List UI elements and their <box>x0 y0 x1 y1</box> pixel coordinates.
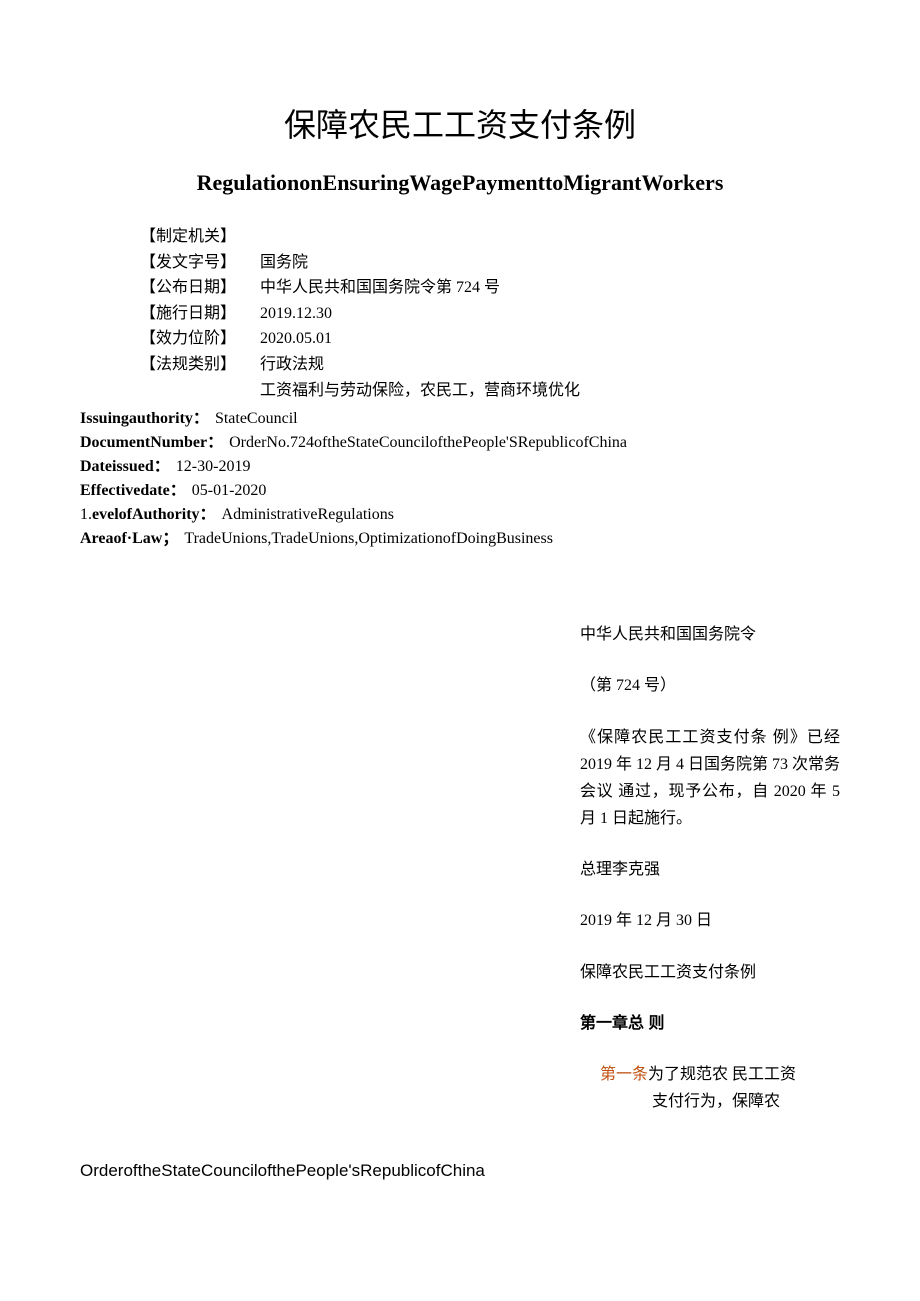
metadata-english: Issuingauthority：StateCouncil DocumentNu… <box>80 407 840 551</box>
meta-cn-value: 中华人民共和国国务院令第 724 号 <box>260 275 580 301</box>
meta-en-label: evelofAuthority： <box>92 503 216 527</box>
order-number: （第 724 号） <box>580 672 840 699</box>
meta-cn-value: 工资福利与劳动保险，农民工，营商环境优化 <box>260 378 580 404</box>
chapter-heading: 第一章总 则 <box>580 1010 840 1037</box>
article-label: 第一条 <box>600 1066 648 1083</box>
meta-en-label: Areaof·Law； <box>80 527 178 551</box>
meta-en-label: Dateissued： <box>80 455 170 479</box>
meta-cn-value <box>260 224 580 250</box>
meta-en-label: DocumentNumber： <box>80 431 223 455</box>
left-column-text: OrderoftheStateCouncilofthePeople'sRepub… <box>80 1161 560 1181</box>
meta-cn-label: 【效力位阶】 <box>140 326 250 352</box>
signature-date: 2019 年 12 月 30 日 <box>580 907 840 934</box>
meta-cn-label: 【制定机关】 <box>140 224 250 250</box>
meta-cn-label: 【发文字号】 <box>140 250 250 276</box>
meta-cn-label: 【公布日期】 <box>140 275 250 301</box>
meta-cn-label: 【法规类别】 <box>140 352 250 378</box>
meta-en-label: Effectivedate： <box>80 479 186 503</box>
meta-en-value: StateCouncil <box>215 407 298 431</box>
document-body: OrderoftheStateCouncilofthePeople'sRepub… <box>80 621 840 1181</box>
order-title: 中华人民共和国国务院令 <box>580 621 840 648</box>
meta-en-value: 05-01-2020 <box>192 479 267 503</box>
meta-en-value: OrderNo.724oftheStateCouncilofthePeople'… <box>229 431 627 455</box>
announcement-text: 《保障农民工工资支付条 例》已经 2019 年 12 月 4 日国务院第 73 … <box>580 724 840 833</box>
meta-cn-label <box>140 378 250 404</box>
meta-en-label: Issuingauthority： <box>80 407 209 431</box>
title-english: RegulationonEnsuringWagePaymenttoMigrant… <box>80 170 840 196</box>
meta-en-value: AdministrativeRegulations <box>222 503 394 527</box>
meta-cn-value: 2020.05.01 <box>260 326 580 352</box>
meta-en-label: 1. <box>80 503 92 527</box>
meta-cn-value: 2019.12.30 <box>260 301 580 327</box>
signature-name: 总理李克强 <box>580 856 840 883</box>
meta-cn-label: 【施行日期】 <box>140 301 250 327</box>
meta-cn-value: 行政法规 <box>260 352 580 378</box>
title-chinese: 保障农民工工资支付条例 <box>80 100 840 146</box>
meta-en-value: TradeUnions,TradeUnions,OptimizationofDo… <box>184 527 553 551</box>
article-1: 第一条为了规范农 民工工资 支付行为，保障农 <box>580 1061 840 1115</box>
right-column: 中华人民共和国国务院令 （第 724 号） 《保障农民工工资支付条 例》已经 2… <box>580 621 840 1181</box>
meta-cn-value: 国务院 <box>260 250 580 276</box>
regulation-title: 保障农民工工资支付条例 <box>580 959 840 986</box>
article-text: 为了规范农 民工工资 <box>648 1066 796 1083</box>
meta-en-value: 12-30-2019 <box>176 455 251 479</box>
metadata-chinese: 【制定机关】 【发文字号】 【公布日期】 【施行日期】 【效力位阶】 【法规类别… <box>140 224 840 403</box>
article-text: 支付行为，保障农 <box>580 1088 840 1115</box>
